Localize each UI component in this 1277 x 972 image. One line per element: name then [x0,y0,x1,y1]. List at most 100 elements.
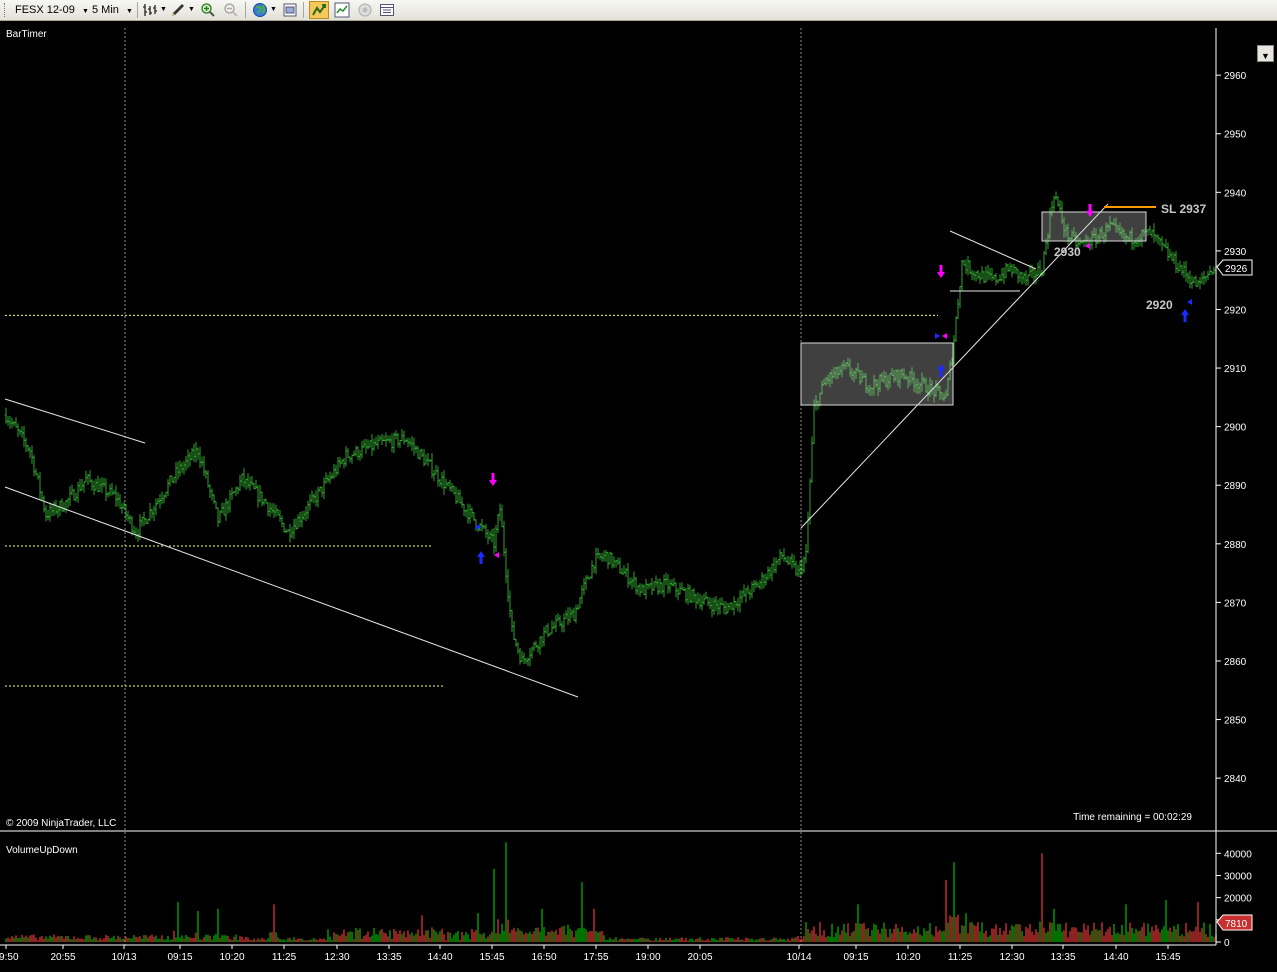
ohlc-bar [424,454,428,465]
ohlc-bar [632,571,636,588]
bar-type-icon[interactable] [142,2,158,18]
ohlc-bar [604,550,608,562]
globe-icon[interactable] [252,2,268,18]
ohlc-bar [206,470,210,488]
ohlc-bar [626,562,630,588]
ohlc-bar [624,567,628,577]
ohlc-bar [1010,263,1014,278]
ohlc-bar [14,417,18,428]
ohlc-bar [960,260,964,292]
properties-icon[interactable] [282,2,298,18]
ohlc-bar [18,429,22,436]
chart-trader-icon[interactable] [309,1,329,19]
chevron-down-icon[interactable]: ▼ [157,2,170,18]
trendline-lower-channel [4,486,579,698]
ohlc-bar [674,582,678,598]
ohlc-bar [468,504,472,524]
ohlc-bar [408,438,412,447]
ohlc-bar [980,266,984,280]
ohlc-bar [986,264,990,281]
volume-tick-label: 20000 [1224,894,1252,905]
time-tick-label: 15:45 [479,952,504,963]
trendline-upper-channel [4,398,146,444]
ohlc-bar [964,259,968,274]
chevron-down-icon[interactable]: ▼ [185,2,198,18]
ohlc-bar [70,484,74,496]
ohlc-bar [310,490,314,503]
zoom-out-icon[interactable] [223,2,239,18]
time-tick-label: 13:35 [1050,952,1075,963]
time-tick-label: 20:05 [687,952,712,963]
time-tick-label: 17:55 [583,952,608,963]
ohlc-bar [1166,242,1170,261]
ohlc-bar [666,574,670,594]
ohlc-bar [418,449,422,461]
time-tick-label: 15:45 [1155,952,1180,963]
ohlc-bar [244,478,248,490]
ohlc-bar [108,484,112,497]
ohlc-bar [192,443,196,462]
ohlc-bar [1154,234,1158,242]
indicators-icon[interactable] [334,2,350,18]
ohlc-bar [92,480,96,496]
ohlc-bar [746,585,750,594]
timeframe-selector[interactable]: 5 Min ▼ [89,2,136,18]
ohlc-bar [106,491,110,498]
ohlc-bar [772,557,776,573]
ohlc-bar [28,447,32,459]
ohlc-bar [280,515,284,528]
drawing-tool-icon[interactable] [170,2,186,18]
ohlc-bar [258,484,262,503]
instrument-selector[interactable]: FESX 12-09 ▼ [12,2,92,18]
ohlc-bar [712,597,716,615]
ohlc-bar [512,620,516,640]
ohlc-bar [100,477,104,493]
ohlc-bar [56,506,60,518]
ohlc-bar [578,597,582,609]
ohlc-bar [166,479,170,497]
price-tick-label: 2910 [1224,364,1247,375]
ohlc-bar [686,583,690,605]
ohlc-bar [58,500,62,516]
ohlc-bar [1162,243,1166,247]
ohlc-bar [404,438,408,442]
ohlc-bar [1016,268,1020,284]
ohlc-bar [352,450,356,457]
ohlc-bar [1194,275,1198,287]
ohlc-bar [542,626,546,647]
chart-canvas[interactable]: 2960 2950 2940 2930 2920 2910 2900 2890 2880 2870… [0,21,1277,967]
ohlc-bar [804,544,808,564]
price-bars [4,191,1218,667]
ohlc-bar [994,273,998,286]
ohlc-bar [402,430,406,445]
ohlc-bar [240,473,244,487]
ohlc-bar [552,621,556,629]
ohlc-bar [526,657,530,666]
ohlc-bar [954,316,958,343]
ohlc-bar [460,496,464,508]
ohlc-bar [728,602,732,610]
ohlc-bar [170,475,174,483]
chevron-down-icon[interactable]: ▼ [267,2,280,18]
ohlc-bar [718,598,722,615]
ohlc-bar [522,652,526,665]
ohlc-bar [528,647,532,667]
panel-menu-button[interactable]: ▼ [1257,45,1274,62]
price-tick-label: 2840 [1224,774,1247,785]
ohlc-bar [976,270,980,280]
data-box-icon[interactable] [379,2,395,18]
chart-area[interactable]: 2960 2950 2940 2930 2920 2910 2900 2890 2880 2870… [0,21,1277,967]
zoom-in-icon[interactable] [200,2,216,18]
ohlc-bar [292,518,296,540]
toolbar-divider [137,2,138,18]
ohlc-bar [708,597,712,610]
level-label-2920: 2920 [1146,298,1173,312]
ohlc-bar [790,553,794,569]
strategies-icon[interactable] [357,2,373,18]
ohlc-bar [82,481,86,493]
ohlc-bar [616,557,620,566]
ohlc-bar [1132,241,1136,250]
ohlc-bar [204,469,208,479]
ohlc-bar [1176,262,1180,273]
ohlc-bar [640,583,644,593]
